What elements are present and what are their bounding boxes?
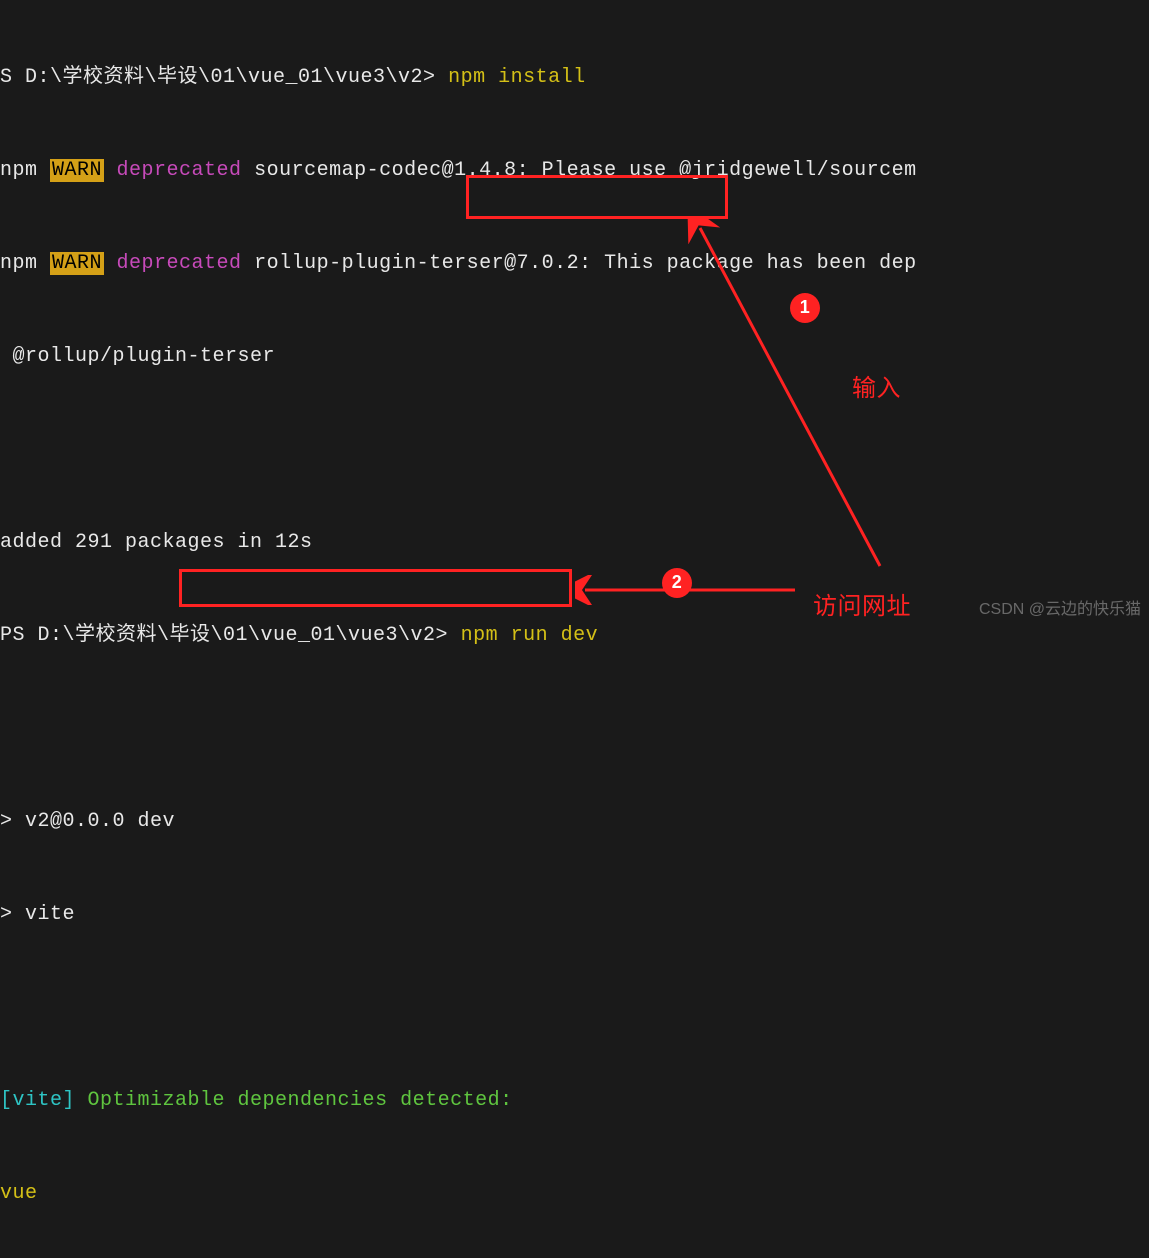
prev-prompt-frag: S D:\学校资料\毕设\01\vue_01\vue3\v2> — [0, 66, 436, 89]
command-text[interactable]: npm run dev — [448, 624, 598, 647]
npm-prefix: npm — [0, 159, 50, 182]
added-packages: added 291 packages in 12s — [0, 531, 313, 554]
warn-badge: WARN — [50, 252, 104, 275]
prev-command-frag: npm install — [436, 66, 586, 89]
npm-prefix: npm — [0, 252, 50, 275]
script-vite-line: > vite — [0, 903, 75, 926]
warn-msg-1: sourcemap-codec@1.4.8: Please use @jridg… — [242, 159, 917, 182]
script-dev-line: > v2@0.0.0 dev — [0, 810, 175, 833]
prompt-path: PS D:\学校资料\毕设\01\vue_01\vue3\v2> — [0, 624, 448, 647]
vite-msg: Optimizable dependencies detected: — [75, 1089, 513, 1112]
warn-badge: WARN — [50, 159, 104, 182]
vite-tag: [vite] — [0, 1089, 75, 1112]
deprecated-tag: deprecated — [104, 252, 242, 275]
warn-msg-2: rollup-plugin-terser@7.0.2: This package… — [242, 252, 917, 275]
terminal-output: S D:\学校资料\毕设\01\vue_01\vue3\v2> npm inst… — [0, 0, 1149, 1258]
warn-msg-3: @rollup/plugin-terser — [0, 345, 275, 368]
watermark: CSDN @云边的快乐猫 — [979, 598, 1141, 623]
deprecated-tag: deprecated — [104, 159, 242, 182]
vue-dep: vue — [0, 1182, 38, 1205]
